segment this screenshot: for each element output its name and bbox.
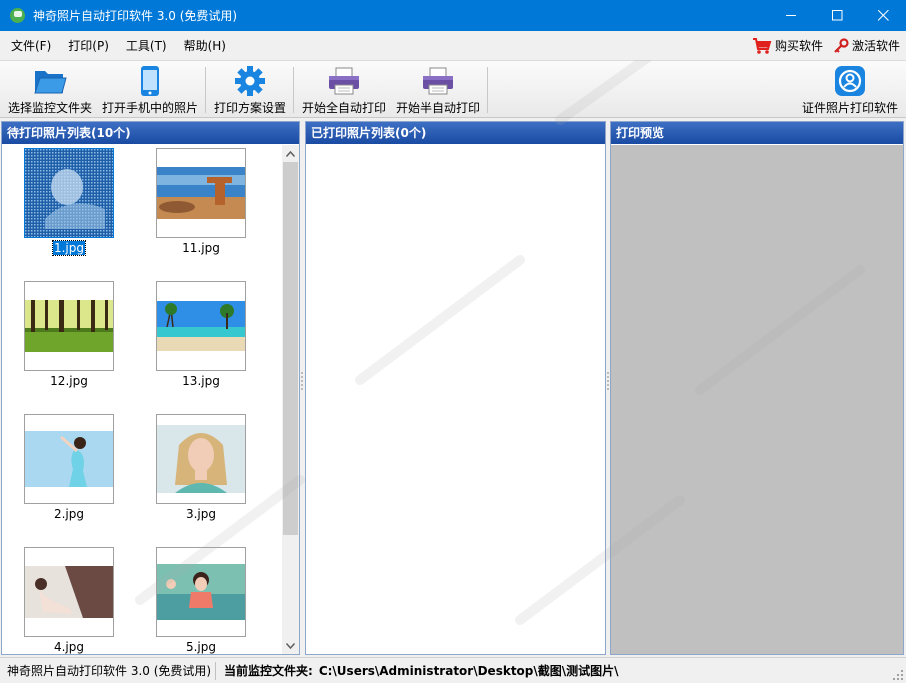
select-folder-label: 选择监控文件夹: [7, 101, 92, 115]
status-app-name: 神奇照片自动打印软件 3.0 (免费试用): [0, 661, 216, 680]
photo-thumbnail[interactable]: [24, 547, 114, 637]
status-bar: 神奇照片自动打印软件 3.0 (免费试用) 当前监控文件夹: C:\Users\…: [0, 657, 906, 683]
user-icon: [835, 65, 865, 96]
photo-name[interactable]: 12.jpg: [24, 374, 114, 388]
semi-auto-print-button[interactable]: 开始半自动打印: [394, 64, 482, 116]
close-button[interactable]: [860, 0, 906, 31]
photo-name[interactable]: 3.jpg: [156, 507, 246, 521]
auto-print-label: 开始全自动打印: [301, 101, 386, 115]
splitter-grip: [301, 371, 303, 391]
toolbar-separator: [293, 67, 294, 113]
minimize-button[interactable]: [768, 0, 814, 31]
menu-help[interactable]: 帮助(H): [173, 37, 232, 54]
key-icon: [834, 37, 849, 53]
print-settings-button[interactable]: 打印方案设置: [211, 64, 289, 116]
photo-name-text: 1.jpg: [51, 240, 87, 256]
toolbar: 选择监控文件夹 打开手机中的照片 打印方案设置 开始全自动打印 开始半自动打印 …: [0, 60, 906, 118]
photo-image: [157, 425, 245, 493]
preview-area: [611, 145, 903, 654]
printed-photos-panel: 已打印照片列表(0个): [305, 121, 606, 655]
buy-software-label: 购买软件: [774, 39, 823, 53]
activate-software-link[interactable]: 激活软件: [833, 37, 900, 54]
photo-image: [25, 149, 113, 237]
window-title: 神奇照片自动打印软件 3.0 (免费试用): [33, 9, 238, 23]
maximize-button[interactable]: [814, 0, 860, 31]
photo-thumbnail[interactable]: [156, 281, 246, 371]
id-photo-software-button[interactable]: 证件照片打印软件: [800, 64, 900, 116]
open-phone-photos-label: 打开手机中的照片: [101, 101, 198, 115]
photo-thumbnail[interactable]: [156, 148, 246, 238]
resize-grip-icon: [893, 670, 903, 680]
title-bar: 神奇照片自动打印软件 3.0 (免费试用): [0, 0, 906, 31]
activate-software-label: 激活软件: [851, 39, 900, 53]
semi-auto-print-label: 开始半自动打印: [395, 101, 480, 115]
select-folder-button[interactable]: 选择监控文件夹: [6, 64, 94, 116]
print-preview-panel: 打印预览: [610, 121, 904, 655]
status-folder-label: 当前监控文件夹:: [224, 664, 313, 678]
photo-list-scrollbar[interactable]: [282, 145, 299, 654]
menu-tools[interactable]: 工具(T): [115, 37, 173, 54]
photo-image: [157, 167, 245, 219]
panel-splitter[interactable]: [300, 121, 304, 655]
minimize-icon: [785, 15, 796, 16]
scroll-down-button[interactable]: [282, 637, 299, 654]
scroll-up-button[interactable]: [282, 145, 299, 162]
pending-photos-panel: 待打印照片列表(10个) 1.jpg 11.jpg 12.jpg 13.jpg …: [1, 121, 300, 655]
scroll-thumb[interactable]: [283, 162, 298, 535]
open-phone-photos-button[interactable]: 打开手机中的照片: [100, 64, 200, 116]
photo-name[interactable]: 2.jpg: [24, 507, 114, 521]
photo-thumbnail[interactable]: [156, 547, 246, 637]
close-icon: [877, 10, 889, 21]
photo-name[interactable]: 4.jpg: [24, 640, 114, 654]
photo-image: [25, 566, 113, 618]
photo-name[interactable]: 13.jpg: [156, 374, 246, 388]
photo-thumbnail[interactable]: [24, 148, 114, 238]
preview-panel-title: 打印预览: [611, 122, 903, 144]
toolbar-separator: [205, 67, 206, 113]
photo-list: 1.jpg 11.jpg 12.jpg 13.jpg 2.jpg 3.jpg 4…: [2, 145, 284, 654]
menu-bar: 文件(F) 打印(P) 工具(T) 帮助(H) 购买软件 激活软件: [0, 31, 906, 60]
printed-photo-list: [306, 145, 605, 654]
photo-name[interactable]: 1.jpg: [24, 240, 114, 256]
photo-thumbnail[interactable]: [156, 414, 246, 504]
menu-print[interactable]: 打印(P): [57, 37, 115, 54]
id-photo-software-label: 证件照片打印软件: [801, 101, 898, 115]
photo-image: [25, 431, 113, 487]
chevron-up-icon: [286, 150, 295, 157]
splitter-grip: [607, 371, 609, 391]
status-folder-path: C:\Users\Administrator\Desktop\截图\测试图片\: [318, 664, 619, 678]
printer-icon: [329, 67, 359, 94]
toolbar-separator: [487, 67, 488, 113]
print-settings-label: 打印方案设置: [213, 101, 286, 115]
menu-file[interactable]: 文件(F): [0, 37, 57, 54]
app-icon: [10, 8, 25, 23]
maximize-icon: [831, 10, 842, 21]
photo-name[interactable]: 11.jpg: [156, 241, 246, 255]
photo-image: [25, 300, 113, 352]
folder-icon: [34, 70, 67, 93]
printer-icon: [423, 67, 453, 94]
photo-image: [157, 564, 245, 620]
pending-panel-title: 待打印照片列表(10个): [2, 122, 299, 144]
phone-icon: [141, 65, 159, 96]
photo-name[interactable]: 5.jpg: [156, 640, 246, 654]
gear-icon: [235, 65, 265, 96]
photo-image: [157, 301, 245, 351]
photo-thumbnail[interactable]: [24, 281, 114, 371]
photo-thumbnail[interactable]: [24, 414, 114, 504]
auto-print-button[interactable]: 开始全自动打印: [300, 64, 388, 116]
buy-software-link[interactable]: 购买软件: [752, 37, 823, 55]
cart-icon: [752, 37, 772, 54]
chevron-down-icon: [286, 642, 295, 649]
printed-panel-title: 已打印照片列表(0个): [306, 122, 605, 144]
